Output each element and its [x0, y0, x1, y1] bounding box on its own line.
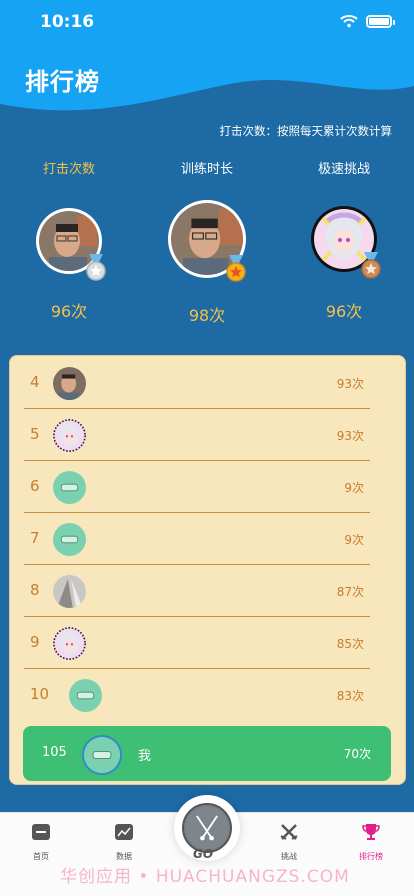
rank-number: 9 — [30, 633, 40, 651]
tabbar-item-home[interactable]: 首页 — [11, 823, 71, 862]
tabbar-item-challenge[interactable]: 挑战 — [259, 823, 319, 862]
home-icon — [32, 824, 50, 840]
rank-score: 9次 — [344, 481, 364, 495]
ranking-row[interactable]: 9 85次 — [24, 617, 370, 669]
rank-score: 93次 — [336, 377, 364, 391]
tabbar-label: 数据 — [116, 852, 132, 861]
podium-first-score: 98次 — [188, 306, 226, 325]
anime-avatar-icon — [53, 419, 86, 452]
rank-number: 4 — [30, 373, 40, 391]
watermark-text: 华创应用 • HUACHUANGZS.COM — [60, 867, 350, 887]
tab-training-duration[interactable]: 训练时长 — [152, 158, 262, 177]
anime-avatar-icon — [53, 627, 86, 660]
chart-icon — [115, 824, 133, 840]
drum-avatar-icon — [53, 471, 86, 504]
tab-speed-challenge[interactable]: 极速挑战 — [289, 158, 399, 177]
ranking-row[interactable]: 8 87次 — [24, 565, 370, 617]
ranking-row[interactable]: 10 83次 — [24, 669, 370, 721]
swords-icon — [280, 824, 298, 840]
rank-score: 85次 — [336, 637, 364, 651]
rank-number: 10 — [30, 685, 50, 703]
tabbar-label: 排行榜 — [359, 852, 383, 861]
tabbar-label: 首页 — [33, 852, 49, 861]
ranking-row[interactable]: 5 93次 — [24, 409, 370, 461]
rank-number: 6 — [30, 477, 40, 495]
status-time: 10:16 — [40, 12, 95, 32]
drum-avatar-icon — [69, 679, 102, 712]
podium-second-score: 96次 — [50, 302, 88, 321]
rank-score: 93次 — [336, 429, 364, 443]
drum-avatar-icon — [82, 735, 122, 775]
bronze-medal-icon — [361, 252, 381, 279]
silver-medal-icon — [86, 254, 106, 281]
page-title: 排行榜 — [25, 68, 100, 96]
my-score: 70次 — [343, 747, 371, 761]
rank-score: 87次 — [336, 585, 364, 599]
tab-hit-count[interactable]: 打击次数 — [14, 158, 124, 177]
my-ranking-row[interactable]: 105 我 70次 — [23, 726, 391, 781]
ranking-row[interactable]: 7 9次 — [24, 513, 370, 565]
wifi-icon — [340, 15, 358, 28]
status-icons — [340, 14, 395, 28]
gold-medal-icon — [226, 255, 246, 282]
ranking-row[interactable]: 6 9次 — [24, 461, 370, 513]
podium-third-score: 96次 — [325, 302, 363, 321]
drum-avatar-icon — [53, 523, 86, 556]
rank-score: 9次 — [344, 533, 364, 547]
ranking-row[interactable]: 4 93次 — [24, 357, 370, 409]
tabbar-label: 挑战 — [281, 852, 297, 861]
my-rank-number: 105 — [42, 745, 67, 760]
tabbar-item-data[interactable]: 数据 — [94, 823, 154, 862]
ranking-tabs: 打击次数 训练时长 极速挑战 — [0, 158, 414, 180]
rank-number: 7 — [30, 529, 40, 547]
rank-score: 83次 — [336, 689, 364, 703]
center-logo-text: GO — [193, 847, 214, 861]
battery-icon — [366, 14, 395, 28]
ranking-rule-hint: 打击次数：按照每天累计次数计算 — [219, 124, 393, 138]
drum-icon — [182, 803, 232, 853]
face-avatar-icon — [53, 367, 86, 400]
my-name: 我 — [138, 749, 152, 764]
status-bar: 10:16 — [0, 0, 414, 44]
tabbar-item-ranking[interactable]: 排行榜 — [341, 823, 401, 862]
rank-number: 8 — [30, 581, 40, 599]
paper-avatar-icon — [53, 575, 86, 608]
rank-number: 5 — [30, 425, 40, 443]
trophy-icon — [362, 824, 380, 840]
